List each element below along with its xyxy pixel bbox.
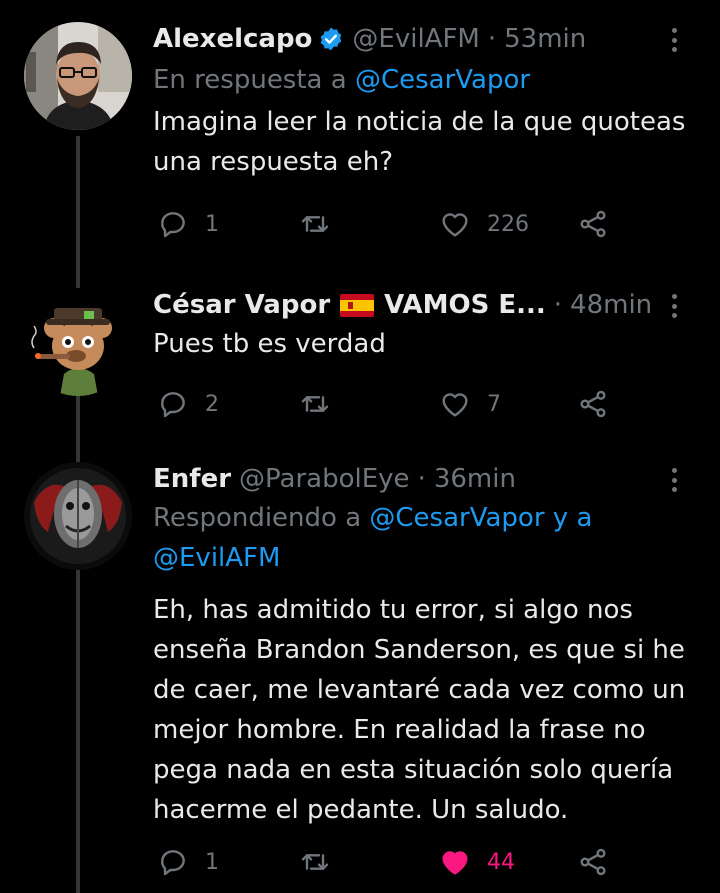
tweet-actions: 1 226 — [153, 204, 623, 244]
heart-icon — [442, 393, 468, 417]
like-count: 226 — [487, 211, 529, 237]
tweet-content: César Vapor VAMOS E... · 48min Pues tb e… — [153, 288, 696, 364]
share-button[interactable] — [577, 384, 609, 424]
tweet-text: Eh, has admitido tu error, si algo nos e… — [153, 595, 686, 825]
mention-link[interactable]: @CesarVapor — [355, 65, 530, 95]
replying-to: Respondiendo a @CesarVapor y a @EvilAFM — [153, 498, 623, 578]
reply-icon — [161, 212, 185, 238]
share-button[interactable] — [577, 204, 609, 244]
verified-badge-icon — [321, 27, 342, 51]
avatar[interactable] — [24, 462, 132, 570]
reply-count: 1 — [205, 849, 219, 875]
reply-prefix: Respondiendo a — [153, 503, 370, 533]
avatar-image — [24, 462, 132, 570]
replying-to: En respuesta a @CesarVapor — [153, 60, 696, 100]
reply-count: 1 — [205, 211, 219, 237]
like-button[interactable]: 226 — [439, 204, 529, 244]
tweet-content: Enfer @ParabolEye · 36min Respondiendo a… — [153, 462, 696, 830]
heart-icon — [442, 213, 468, 237]
like-count: 7 — [487, 391, 501, 417]
tweet-text: Imagina leer la noticia de la que quotea… — [153, 107, 686, 177]
reply-button[interactable]: 2 — [157, 384, 219, 424]
share-icon — [580, 210, 606, 238]
reply-icon — [161, 392, 185, 418]
avatar-image — [24, 22, 132, 130]
like-count: 44 — [487, 849, 515, 875]
conversation-thread: Alexelcapo @EvilAFM · 53min En respuesta… — [0, 0, 720, 893]
user-handle[interactable]: @ParabolEye — [239, 464, 410, 494]
display-name[interactable]: Enfer — [153, 464, 231, 494]
tweet-text: Pues tb es verdad — [153, 329, 386, 359]
reply-button[interactable]: 1 — [157, 204, 219, 244]
tweet-content: Alexelcapo @EvilAFM · 53min En respuesta… — [153, 22, 696, 182]
reply-prefix: En respuesta a — [153, 65, 355, 95]
reply-button[interactable]: 1 — [157, 842, 219, 882]
reply-icon — [161, 850, 185, 876]
reply-count: 2 — [205, 391, 219, 417]
display-name[interactable]: César Vapor — [153, 290, 330, 320]
separator-dot: · — [417, 464, 426, 494]
tweet-header: César Vapor VAMOS E... · 48min — [153, 288, 696, 322]
tweet-header: Alexelcapo @EvilAFM · 53min — [153, 22, 696, 56]
retweet-icon — [301, 854, 329, 870]
retweet-button[interactable] — [299, 842, 347, 882]
es-flag-icon — [340, 293, 375, 317]
tweet-header: Enfer @ParabolEye · 36min — [153, 462, 696, 496]
tweet-actions: 1 44 — [153, 842, 623, 882]
user-handle[interactable]: @EvilAFM — [352, 24, 479, 54]
retweet-button[interactable] — [299, 204, 347, 244]
more-options-icon[interactable] — [662, 28, 686, 52]
heart-filled-icon — [442, 851, 468, 875]
like-button[interactable]: 44 — [439, 842, 515, 882]
avatar[interactable] — [24, 22, 132, 130]
tweet[interactable]: Enfer @ParabolEye · 36min Respondiendo a… — [0, 462, 720, 882]
tweet[interactable]: César Vapor VAMOS E... · 48min Pues tb e… — [0, 288, 720, 428]
like-button[interactable]: 7 — [439, 384, 501, 424]
timestamp[interactable]: 53min — [504, 24, 586, 54]
share-icon — [580, 848, 606, 876]
more-options-icon[interactable] — [662, 294, 686, 318]
timestamp[interactable]: 48min — [570, 290, 652, 320]
display-name-suffix[interactable]: VAMOS E... — [384, 290, 546, 320]
timestamp[interactable]: 36min — [434, 464, 516, 494]
separator-dot: · — [487, 24, 497, 54]
share-icon — [580, 390, 606, 418]
tweet[interactable]: Alexelcapo @EvilAFM · 53min En respuesta… — [0, 22, 720, 262]
tweet-actions: 2 7 — [153, 384, 623, 424]
retweet-icon — [301, 216, 329, 232]
avatar[interactable] — [24, 288, 132, 396]
display-name[interactable]: Alexelcapo — [153, 24, 312, 54]
avatar-image — [24, 288, 132, 396]
share-button[interactable] — [577, 842, 609, 882]
retweet-button[interactable] — [299, 384, 347, 424]
retweet-icon — [301, 396, 329, 412]
separator-dot: · — [553, 290, 563, 320]
more-options-icon[interactable] — [662, 468, 686, 492]
